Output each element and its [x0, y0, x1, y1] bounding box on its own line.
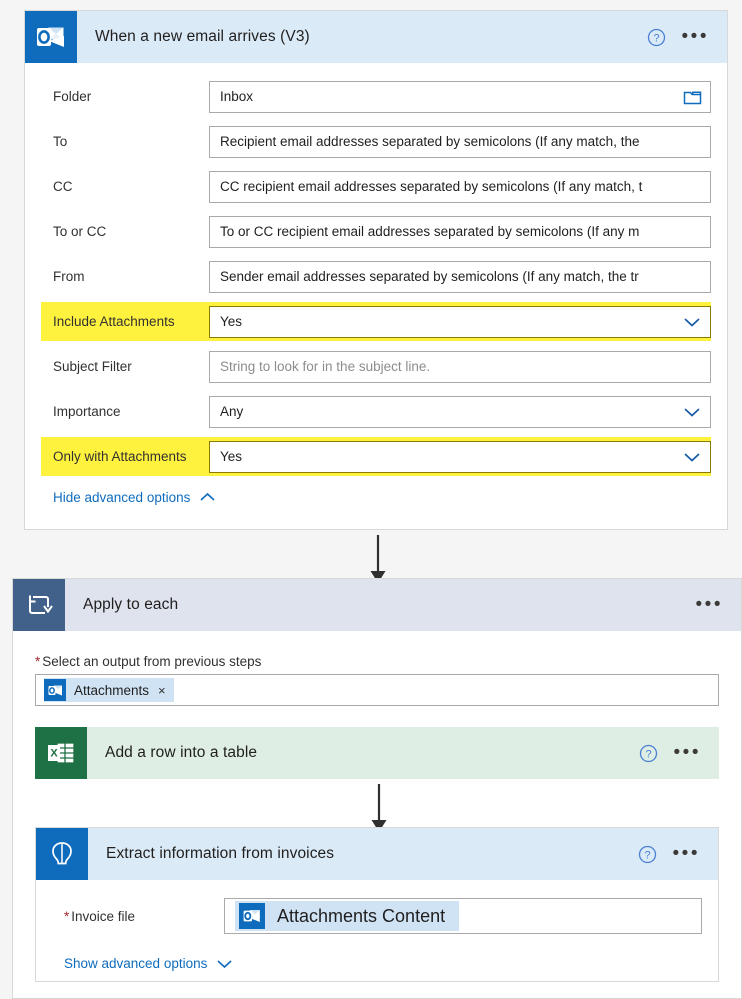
- trigger-card-header[interactable]: When a new email arrives (V3) ? •••: [25, 11, 727, 63]
- hide-advanced-options-link[interactable]: Hide advanced options: [41, 490, 711, 505]
- extract-invoices-title: Extract information from invoices: [106, 845, 335, 862]
- outlook-icon: [25, 11, 77, 63]
- outlook-icon: [239, 903, 265, 929]
- loop-input-label: * Select an output from previous steps: [35, 654, 261, 669]
- field-label: Only with Attachments: [53, 449, 187, 464]
- add-row-card-header[interactable]: X Add a row into a table ? •••: [35, 727, 719, 779]
- svg-text:X: X: [50, 748, 58, 760]
- ellipsis-icon[interactable]: •••: [674, 743, 701, 762]
- field-placeholder: To or CC recipient email addresses separ…: [220, 224, 640, 239]
- token-label: Attachments Content: [277, 905, 446, 926]
- help-circle-icon[interactable]: ?: [639, 744, 658, 763]
- trigger-title: When a new email arrives (V3): [95, 28, 310, 45]
- field-value: Inbox: [220, 89, 254, 104]
- field-label: To: [53, 134, 68, 149]
- advanced-options-label: Hide advanced options: [53, 490, 191, 505]
- svg-text:?: ?: [645, 748, 651, 760]
- field-label: Importance: [53, 404, 121, 419]
- to-input[interactable]: Recipient email addresses separated by s…: [209, 125, 711, 158]
- apply-to-each-container[interactable]: Apply to each ••• * Select an output fro…: [12, 578, 742, 999]
- attachments-content-token[interactable]: Attachments Content: [235, 901, 460, 931]
- form-row-only-with-attachments: Only with Attachments Yes: [41, 437, 711, 476]
- ellipsis-icon[interactable]: •••: [682, 27, 709, 46]
- folder-picker-icon[interactable]: [683, 89, 702, 105]
- field-placeholder: Sender email addresses separated by semi…: [220, 269, 639, 284]
- chevron-down-icon[interactable]: [682, 406, 702, 418]
- trigger-form: Folder Inbox To Recipient email addresse…: [25, 63, 727, 505]
- only-with-attachments-dropdown[interactable]: Yes: [209, 440, 711, 473]
- form-row-from: From Sender email addresses separated by…: [41, 257, 711, 296]
- form-row-subject-filter: Subject Filter String to look for in the…: [41, 347, 711, 386]
- field-value: Yes: [220, 449, 243, 464]
- extract-invoices-card-header[interactable]: Extract information from invoices ? •••: [36, 828, 718, 880]
- folder-input[interactable]: Inbox: [209, 80, 711, 113]
- field-placeholder: Recipient email addresses separated by s…: [220, 134, 640, 149]
- field-placeholder: CC recipient email addresses separated b…: [220, 179, 643, 194]
- field-label: CC: [53, 179, 73, 194]
- extract-invoices-action-card[interactable]: Extract information from invoices ? ••• …: [35, 827, 719, 982]
- form-row-to: To Recipient email addresses separated b…: [41, 122, 711, 161]
- excel-icon: X: [35, 727, 87, 779]
- invoice-file-label-text: Invoice file: [71, 908, 136, 924]
- field-value: Yes: [220, 314, 243, 329]
- trigger-card[interactable]: When a new email arrives (V3) ? ••• Fold…: [24, 10, 728, 530]
- to-or-cc-input[interactable]: To or CC recipient email addresses separ…: [209, 215, 711, 248]
- loop-output-input[interactable]: Attachments ×: [35, 674, 719, 706]
- include-attachments-dropdown[interactable]: Yes: [209, 305, 711, 338]
- chevron-down-icon[interactable]: [682, 451, 702, 463]
- help-circle-icon[interactable]: ?: [647, 28, 666, 47]
- cc-input[interactable]: CC recipient email addresses separated b…: [209, 170, 711, 203]
- add-row-action-card[interactable]: X Add a row into a table ? •••: [35, 727, 719, 779]
- field-label: From: [53, 269, 85, 284]
- required-marker: *: [35, 654, 41, 669]
- form-row-include-attachments: Include Attachments Yes: [41, 302, 711, 341]
- field-label: Include Attachments: [53, 314, 175, 329]
- invoice-file-label: * Invoice file: [52, 909, 224, 924]
- loop-input-label-text: Select an output from previous steps: [42, 654, 262, 669]
- form-row-to-or-cc: To or CC To or CC recipient email addres…: [41, 212, 711, 251]
- chevron-down-icon: [216, 958, 233, 969]
- form-row-folder: Folder Inbox: [41, 77, 711, 116]
- advanced-options-label: Show advanced options: [64, 956, 208, 971]
- form-row-invoice-file: * Invoice file Attachments Content: [52, 898, 702, 934]
- add-row-title: Add a row into a table: [105, 744, 258, 761]
- subject-filter-input[interactable]: String to look for in the subject line.: [209, 350, 711, 383]
- importance-dropdown[interactable]: Any: [209, 395, 711, 428]
- svg-text:?: ?: [644, 849, 650, 861]
- form-row-importance: Importance Any: [41, 392, 711, 431]
- ellipsis-icon[interactable]: •••: [673, 844, 700, 863]
- svg-text:?: ?: [653, 32, 659, 44]
- required-marker: *: [64, 908, 70, 924]
- form-row-cc: CC CC recipient email addresses separate…: [41, 167, 711, 206]
- invoice-file-input[interactable]: Attachments Content: [224, 898, 702, 934]
- loop-card-header[interactable]: Apply to each •••: [13, 579, 741, 631]
- chevron-up-icon: [199, 492, 216, 503]
- outlook-icon: [44, 679, 66, 701]
- attachments-token[interactable]: Attachments ×: [44, 678, 174, 702]
- ellipsis-icon[interactable]: •••: [696, 595, 723, 614]
- token-label: Attachments: [74, 682, 150, 698]
- close-icon[interactable]: ×: [158, 683, 166, 698]
- chevron-down-icon[interactable]: [682, 316, 702, 328]
- loop-icon: [13, 579, 65, 631]
- field-label: Folder: [53, 89, 92, 104]
- field-placeholder: String to look for in the subject line.: [220, 359, 431, 374]
- flow-designer-canvas: When a new email arrives (V3) ? ••• Fold…: [0, 0, 742, 999]
- loop-title: Apply to each: [83, 596, 179, 613]
- field-label: To or CC: [53, 224, 107, 239]
- ai-builder-icon: [36, 828, 88, 880]
- field-value: Any: [220, 404, 244, 419]
- help-circle-icon[interactable]: ?: [638, 845, 657, 864]
- from-input[interactable]: Sender email addresses separated by semi…: [209, 260, 711, 293]
- field-label: Subject Filter: [53, 359, 132, 374]
- show-advanced-options-link[interactable]: Show advanced options: [64, 956, 718, 971]
